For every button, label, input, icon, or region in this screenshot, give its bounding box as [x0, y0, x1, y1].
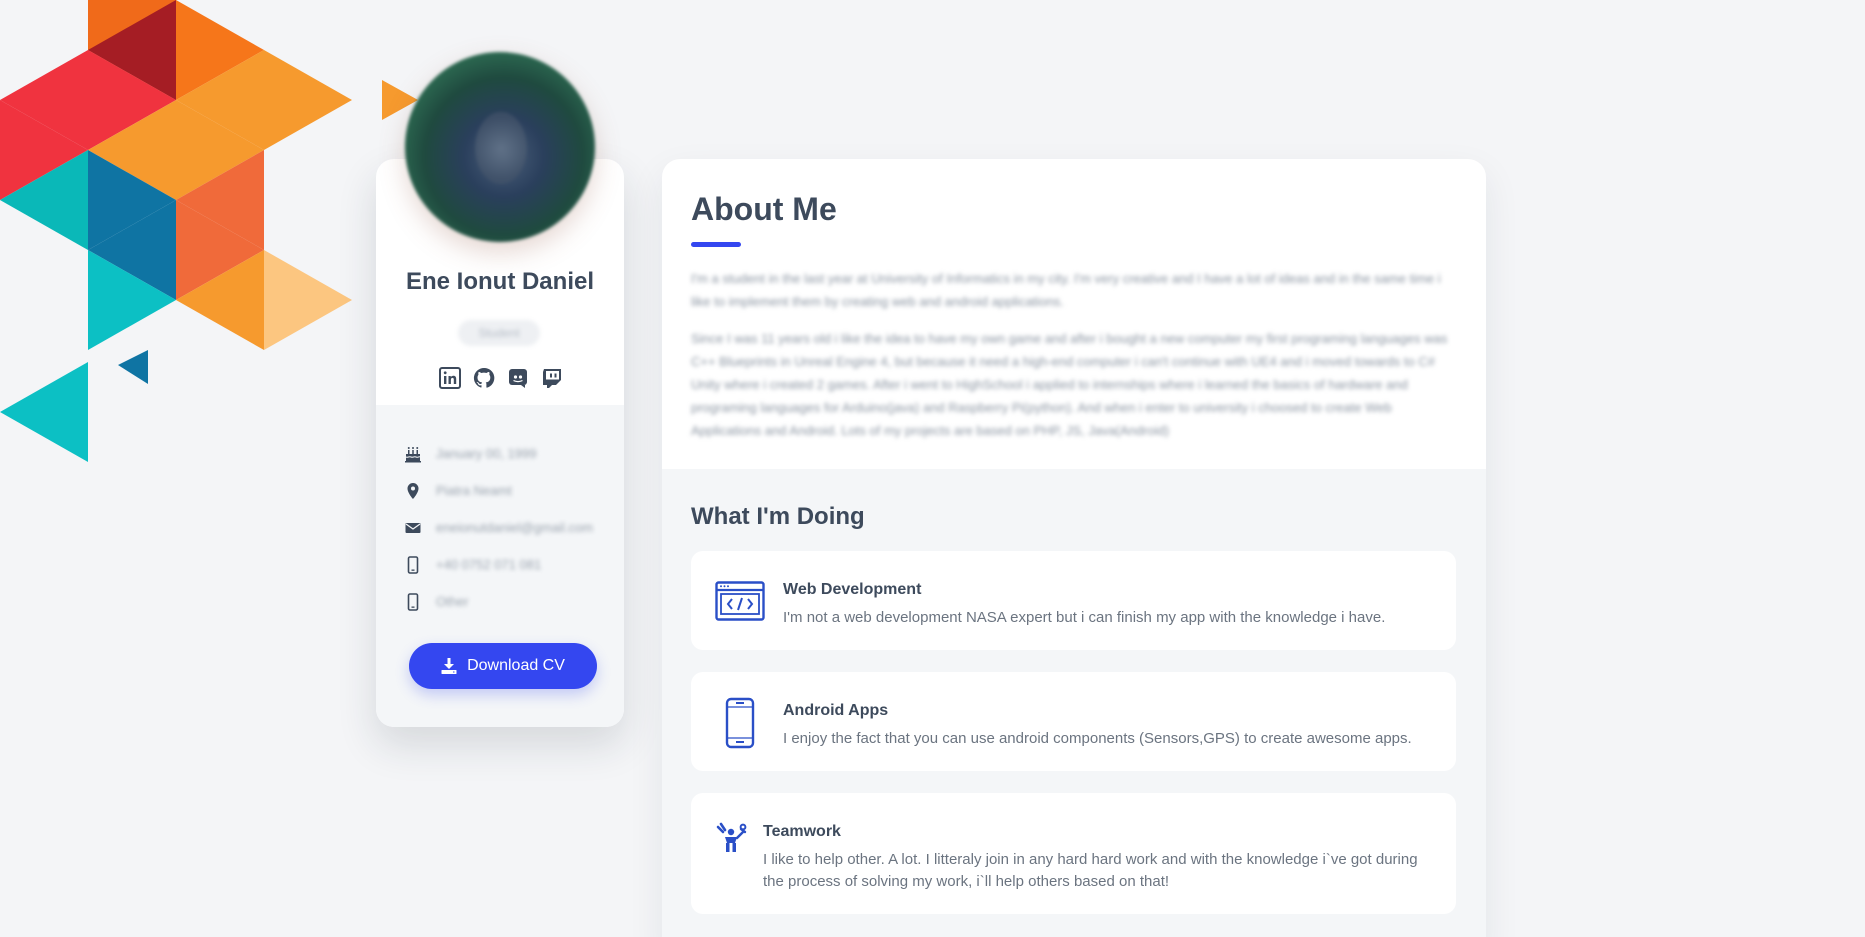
service-title: Teamwork [763, 823, 841, 840]
twitch-icon [543, 369, 561, 388]
service-title: Android Apps [783, 702, 889, 719]
info-email: eneionutdaniel@gmail.com [404, 509, 593, 546]
contact-info: January 00, 1999 Piatra Neamt eneionutda… [376, 405, 624, 727]
download-cv-button[interactable]: Download CV [409, 643, 597, 689]
services-title: What I'm Doing [691, 503, 865, 530]
twitch-link[interactable] [540, 366, 564, 390]
profile-card: Ene Ionut Daniel Student January 00, 199… [376, 52, 624, 727]
info-other: Other [404, 583, 593, 620]
service-text: Android Apps I enjoy the fact that you c… [783, 702, 1432, 750]
info-birthday-value: January 00, 1999 [436, 446, 537, 461]
avatar-face [475, 112, 527, 184]
decorative-triangles [0, 0, 418, 462]
linkedin-icon [439, 367, 461, 389]
service-description: I like to help other. A lot. I litteraly… [763, 851, 1418, 890]
info-location-value: Piatra Neamt [436, 483, 512, 498]
info-location: Piatra Neamt [404, 472, 593, 509]
service-text: Web Development I'm not a web developmen… [783, 581, 1432, 629]
page: Ene Ionut Daniel Student January 00, 199… [0, 0, 1865, 937]
discord-icon [509, 369, 527, 388]
info-birthday: January 00, 1999 [404, 435, 593, 472]
services-section: What I'm Doing Web Development I'm not a… [662, 469, 1486, 937]
service-card-android-apps: Android Apps I enjoy the fact that you c… [691, 672, 1456, 771]
role-badge: Student [458, 320, 540, 346]
service-description: I'm not a web development NASA expert bu… [783, 609, 1386, 626]
service-text: Teamwork I like to help other. A lot. I … [763, 823, 1432, 893]
phone-icon [407, 555, 419, 574]
location-pin-icon [407, 482, 419, 499]
linkedin-link[interactable] [438, 366, 462, 390]
info-email-value[interactable]: eneionutdaniel@gmail.com [436, 520, 593, 535]
service-card-teamwork: Teamwork I like to help other. A lot. I … [691, 793, 1456, 914]
download-icon [441, 658, 457, 674]
smartphone-icon [725, 697, 755, 749]
profile-header: Ene Ionut Daniel Student [376, 52, 624, 405]
discord-link[interactable] [506, 366, 530, 390]
github-link[interactable] [472, 366, 496, 390]
download-cv-label: Download CV [467, 657, 565, 674]
avatar [405, 52, 595, 242]
github-icon [473, 367, 495, 388]
info-phone-value[interactable]: +40 0752 071 081 [436, 557, 541, 572]
birthday-cake-icon [405, 446, 421, 462]
service-description: I enjoy the fact that you can use androi… [783, 730, 1412, 747]
info-other-value: Other [436, 594, 469, 609]
teamwork-icon [716, 822, 747, 852]
about-paragraph-1: I'm a student in the last year at Univer… [691, 271, 1441, 309]
service-title: Web Development [783, 581, 922, 598]
info-list: January 00, 1999 Piatra Neamt eneionutda… [404, 435, 593, 620]
title-underline [691, 242, 741, 247]
profile-name: Ene Ionut Daniel [405, 268, 594, 295]
web-development-icon [715, 581, 765, 621]
info-phone: +40 0752 071 081 [404, 546, 593, 583]
about-paragraph-2: Since I was 11 years old i like the idea… [691, 331, 1448, 438]
service-card-web-development: Web Development I'm not a web developmen… [691, 551, 1456, 650]
phone-icon [407, 592, 419, 611]
main-content: About Me I'm a student in the last year … [662, 159, 1486, 937]
social-links [438, 366, 564, 390]
email-icon [405, 522, 421, 533]
about-title: About Me [691, 191, 837, 227]
about-section: About Me I'm a student in the last year … [662, 159, 1486, 469]
